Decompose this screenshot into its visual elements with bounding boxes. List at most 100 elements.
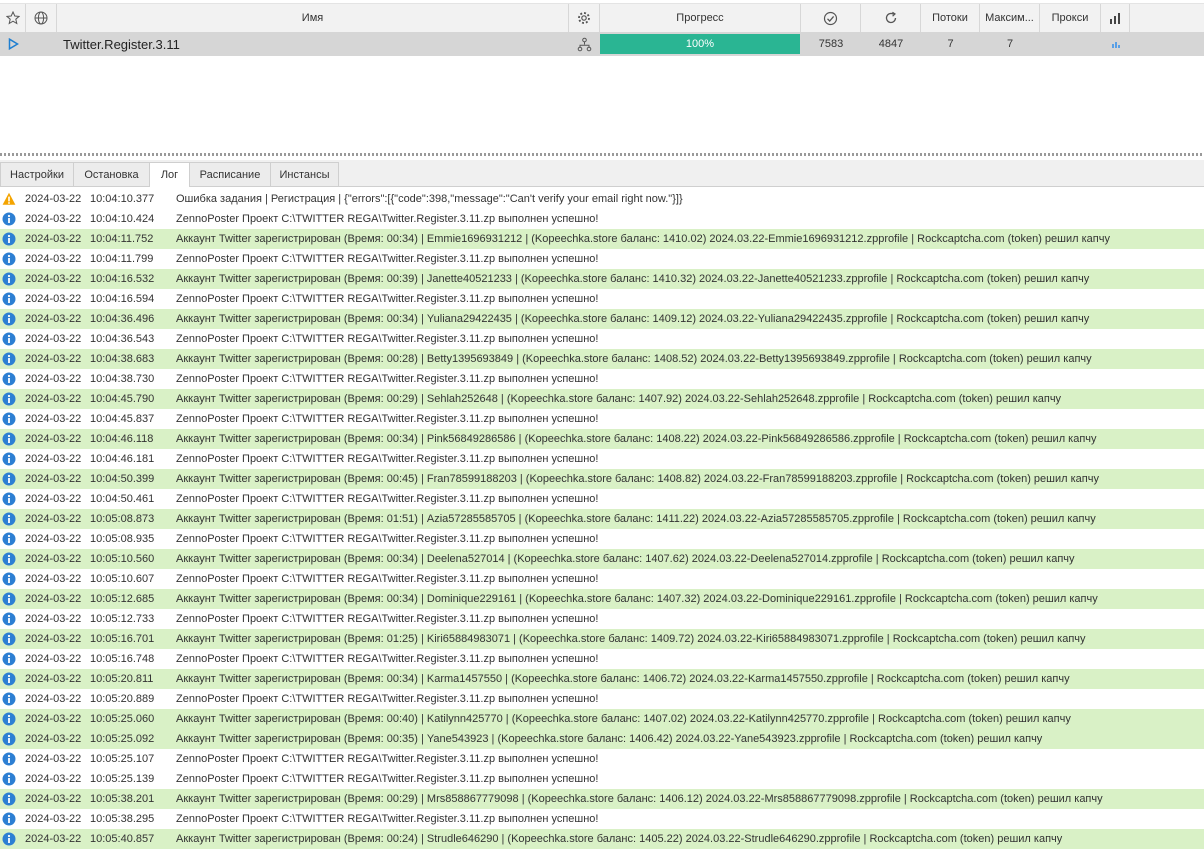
log-entry[interactable]: 2024-03-22 10:04:36.543 ZennoPoster Проект…: [0, 329, 1204, 349]
log-entry-time: 10:05:38.201: [90, 793, 155, 805]
star-icon: [5, 11, 20, 25]
log-entry[interactable]: 2024-03-22 10:05:38.295 ZennoPoster Проект…: [0, 809, 1204, 829]
info-icon: [2, 672, 16, 686]
log-entry[interactable]: 2024-03-22 10:05:20.889 ZennoPoster Проект…: [0, 689, 1204, 709]
log-entry-message: Аккаунт Twitter зарегистрирован (Время: …: [176, 673, 1070, 685]
log-entry-message: Аккаунт Twitter зарегистрирован (Время: …: [176, 793, 1103, 805]
log-entry-message: Аккаунт Twitter зарегистрирован (Время: …: [176, 713, 1071, 725]
info-icon: [2, 372, 16, 386]
log-entry[interactable]: 2024-03-22 10:04:45.790 Аккаунт Twitter за…: [0, 389, 1204, 409]
log-entry-date: 2024-03-22: [25, 493, 82, 505]
log-entry[interactable]: 2024-03-22 10:05:10.607 ZennoPoster Проект…: [0, 569, 1204, 589]
log-entry[interactable]: 2024-03-22 10:04:45.837 ZennoPoster Проект…: [0, 409, 1204, 429]
log-entry-message: Ошибка задания | Регистрация | {"errors"…: [176, 193, 683, 205]
log-entry[interactable]: 2024-03-22 10:05:25.107 ZennoPoster Проект…: [0, 749, 1204, 769]
info-icon: [2, 812, 16, 826]
name-column-header[interactable]: Имя: [57, 4, 569, 32]
info-icon: [2, 632, 16, 646]
log-entry[interactable]: 2024-03-22 10:04:10.377 Ошибка задания | Р…: [0, 189, 1204, 209]
log-entry[interactable]: 2024-03-22 10:04:46.181 ZennoPoster Проект…: [0, 449, 1204, 469]
info-icon: [2, 532, 16, 546]
log-entry[interactable]: 2024-03-22 10:04:38.730 ZennoPoster Проект…: [0, 369, 1204, 389]
task-threads[interactable]: 7: [921, 32, 980, 56]
log-entry-time: 10:04:11.799: [90, 253, 154, 265]
task-progress-bar: 100%: [600, 34, 800, 54]
task-max-threads[interactable]: 7: [980, 32, 1040, 56]
log-entry[interactable]: 2024-03-22 10:04:50.399 Аккаунт Twitter за…: [0, 469, 1204, 489]
log-entry-message: Аккаунт Twitter зарегистрирован (Время: …: [176, 233, 1110, 245]
info-icon: [2, 352, 16, 366]
max-threads-column-header[interactable]: Максим...: [980, 4, 1040, 32]
log-entry-message: ZennoPoster Проект C:\TWITTER REGA\Twitt…: [176, 213, 599, 225]
tab-instances[interactable]: Инстансы: [270, 162, 339, 186]
info-icon: [2, 432, 16, 446]
log-entry-message: Аккаунт Twitter зарегистрирован (Время: …: [176, 553, 1075, 565]
threads-column-header[interactable]: Потоки: [921, 4, 980, 32]
log-entry-time: 10:04:45.837: [90, 413, 155, 425]
statistics-column-header[interactable]: [1101, 4, 1130, 32]
settings-column-header[interactable]: [569, 4, 600, 32]
log-entry-message: ZennoPoster Проект C:\TWITTER REGA\Twitt…: [176, 493, 599, 505]
log-entry[interactable]: 2024-03-22 10:05:08.935 ZennoPoster Проект…: [0, 529, 1204, 549]
task-row[interactable]: Twitter.Register.3.11 100% 7583 4847 7 7: [0, 32, 1204, 56]
info-icon: [2, 312, 16, 326]
panel-splitter[interactable]: [0, 153, 1204, 156]
log-entry[interactable]: 2024-03-22 10:05:16.748 ZennoPoster Проект…: [0, 649, 1204, 669]
project-type-column-header[interactable]: [26, 4, 57, 32]
success-column-header[interactable]: [801, 4, 861, 32]
attempts-column-header[interactable]: [861, 4, 921, 32]
log-entry[interactable]: 2024-03-22 10:05:25.139 ZennoPoster Проект…: [0, 769, 1204, 789]
log-entry-time: 10:04:45.790: [90, 393, 155, 405]
task-name[interactable]: Twitter.Register.3.11: [57, 32, 569, 56]
log-entry[interactable]: 2024-03-22 10:04:16.594 ZennoPoster Проект…: [0, 289, 1204, 309]
log-entry-date: 2024-03-22: [25, 233, 82, 245]
info-icon: [2, 572, 16, 586]
info-icon: [2, 612, 16, 626]
log-entry-message: Аккаунт Twitter зарегистрирован (Время: …: [176, 513, 1096, 525]
log-entry[interactable]: 2024-03-22 10:05:10.560 Аккаунт Twitter за…: [0, 549, 1204, 569]
log-entry[interactable]: 2024-03-22 10:04:38.683 Аккаунт Twitter за…: [0, 349, 1204, 369]
favorite-column-header[interactable]: [0, 4, 26, 32]
log-entry[interactable]: 2024-03-22 10:05:16.701 Аккаунт Twitter за…: [0, 629, 1204, 649]
log-entry[interactable]: 2024-03-22 10:05:40.857 Аккаунт Twitter за…: [0, 829, 1204, 849]
play-icon: [8, 38, 19, 50]
task-statistics-button[interactable]: [1101, 32, 1130, 56]
log-entry-message: Аккаунт Twitter зарегистрирован (Время: …: [176, 393, 1062, 405]
log-entry-time: 10:05:16.748: [90, 653, 155, 665]
log-entry[interactable]: 2024-03-22 10:05:12.685 Аккаунт Twitter за…: [0, 589, 1204, 609]
log-entry-time: 10:05:25.107: [90, 753, 155, 765]
log-entry-date: 2024-03-22: [25, 793, 82, 805]
proxy-column-header[interactable]: Прокси: [1040, 4, 1101, 32]
progress-column-header[interactable]: Прогресс: [600, 4, 801, 32]
info-icon: [2, 472, 16, 486]
log-entry-message: ZennoPoster Проект C:\TWITTER REGA\Twitt…: [176, 533, 599, 545]
log-entry[interactable]: 2024-03-22 10:04:16.532 Аккаунт Twitter за…: [0, 269, 1204, 289]
log-entry-date: 2024-03-22: [25, 653, 82, 665]
log-entry[interactable]: 2024-03-22 10:04:50.461 ZennoPoster Проект…: [0, 489, 1204, 509]
log-entry-date: 2024-03-22: [25, 193, 82, 205]
log-entry-message: ZennoPoster Проект C:\TWITTER REGA\Twitt…: [176, 293, 599, 305]
info-icon: [2, 232, 16, 246]
info-icon: [2, 712, 16, 726]
log-entry[interactable]: 2024-03-22 10:05:12.733 ZennoPoster Проект…: [0, 609, 1204, 629]
log-entry[interactable]: 2024-03-22 10:05:20.811 Аккаунт Twitter за…: [0, 669, 1204, 689]
log-entry[interactable]: 2024-03-22 10:05:25.060 Аккаунт Twitter за…: [0, 709, 1204, 729]
log-entry[interactable]: 2024-03-22 10:04:11.799 ZennoPoster Проект…: [0, 249, 1204, 269]
start-task-button[interactable]: [0, 32, 26, 56]
log-entry-date: 2024-03-22: [25, 553, 82, 565]
task-settings-button[interactable]: [569, 32, 600, 56]
log-entry[interactable]: 2024-03-22 10:05:38.201 Аккаунт Twitter за…: [0, 789, 1204, 809]
log-entry[interactable]: 2024-03-22 10:04:36.496 Аккаунт Twitter за…: [0, 309, 1204, 329]
tab-log[interactable]: Лог: [149, 162, 190, 187]
log-entry[interactable]: 2024-03-22 10:04:11.752 Аккаунт Twitter за…: [0, 229, 1204, 249]
log-entry[interactable]: 2024-03-22 10:04:10.424 ZennoPoster Проект…: [0, 209, 1204, 229]
log-entry-message: Аккаунт Twitter зарегистрирован (Время: …: [176, 733, 1043, 745]
log-list[interactable]: 2024-03-22 10:04:10.377 Ошибка задания | Р…: [0, 189, 1204, 852]
tab-settings[interactable]: Настройки: [0, 162, 74, 186]
tab-schedule[interactable]: Расписание: [189, 162, 271, 186]
log-entry[interactable]: 2024-03-22 10:05:08.873 Аккаунт Twitter за…: [0, 509, 1204, 529]
log-entry[interactable]: 2024-03-22 10:05:25.092 Аккаунт Twitter за…: [0, 729, 1204, 749]
tab-stop[interactable]: Остановка: [73, 162, 150, 186]
log-entry-time: 10:04:46.118: [90, 433, 154, 445]
log-entry[interactable]: 2024-03-22 10:04:46.118 Аккаунт Twitter за…: [0, 429, 1204, 449]
